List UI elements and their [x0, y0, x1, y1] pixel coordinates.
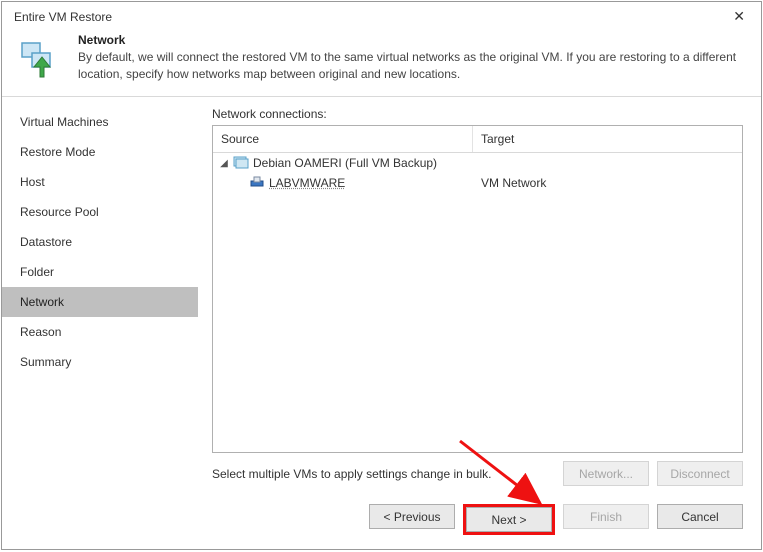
- grid-header: Source Target: [213, 126, 742, 153]
- sidebar-item-host[interactable]: Host: [2, 167, 198, 197]
- header-text: Network By default, we will connect the …: [78, 33, 743, 83]
- page-description: By default, we will connect the restored…: [78, 49, 743, 83]
- cell-source: LABVMWARE: [213, 174, 473, 193]
- column-header-source[interactable]: Source: [213, 126, 473, 152]
- vm-icon: [233, 155, 249, 172]
- grid-body: ◢ Debian OAMERI (Full VM Backup): [213, 153, 742, 452]
- section-label: Network connections:: [212, 107, 743, 121]
- row-source-label: LABVMWARE: [269, 176, 345, 190]
- wizard-footer: < Previous Next > Finish Cancel: [2, 494, 761, 549]
- cell-target: [473, 162, 742, 164]
- body: Virtual Machines Restore Mode Host Resou…: [2, 97, 761, 494]
- row-source-label: Debian OAMERI (Full VM Backup): [253, 156, 437, 170]
- sidebar-item-datastore[interactable]: Datastore: [2, 227, 198, 257]
- next-button-highlight: Next >: [463, 504, 555, 535]
- sidebar-item-network[interactable]: Network: [2, 287, 198, 317]
- grid-actions: Select multiple VMs to apply settings ch…: [212, 453, 743, 490]
- cancel-button[interactable]: Cancel: [657, 504, 743, 529]
- wizard-sidebar: Virtual Machines Restore Mode Host Resou…: [2, 97, 198, 494]
- disconnect-button[interactable]: Disconnect: [657, 461, 743, 486]
- table-row[interactable]: ◢ Debian OAMERI (Full VM Backup): [213, 153, 742, 173]
- column-header-target[interactable]: Target: [473, 126, 742, 152]
- sidebar-item-reason[interactable]: Reason: [2, 317, 198, 347]
- sidebar-item-resource-pool[interactable]: Resource Pool: [2, 197, 198, 227]
- main-panel: Network connections: Source Target ◢: [198, 97, 761, 494]
- page-title: Network: [78, 33, 743, 47]
- network-adapter-icon: [249, 175, 265, 192]
- previous-button[interactable]: < Previous: [369, 504, 455, 529]
- sidebar-item-folder[interactable]: Folder: [2, 257, 198, 287]
- sidebar-item-restore-mode[interactable]: Restore Mode: [2, 137, 198, 167]
- header: Network By default, we will connect the …: [2, 29, 761, 97]
- sidebar-item-virtual-machines[interactable]: Virtual Machines: [2, 107, 198, 137]
- finish-button[interactable]: Finish: [563, 504, 649, 529]
- sidebar-item-summary[interactable]: Summary: [2, 347, 198, 377]
- close-icon[interactable]: ✕: [727, 8, 751, 25]
- next-button[interactable]: Next >: [466, 507, 552, 532]
- titlebar: Entire VM Restore ✕: [2, 2, 761, 29]
- cell-target: VM Network: [473, 175, 742, 191]
- collapse-arrow-icon[interactable]: ◢: [219, 158, 229, 169]
- network-restore-icon: [20, 37, 64, 84]
- bulk-hint: Select multiple VMs to apply settings ch…: [212, 467, 555, 481]
- dialog-window: Entire VM Restore ✕ Network By default, …: [1, 1, 762, 550]
- window-title: Entire VM Restore: [14, 10, 112, 24]
- network-connections-grid: Source Target ◢ D: [212, 125, 743, 453]
- table-row[interactable]: LABVMWARE VM Network: [213, 173, 742, 193]
- network-button[interactable]: Network...: [563, 461, 649, 486]
- cell-source: ◢ Debian OAMERI (Full VM Backup): [213, 154, 473, 173]
